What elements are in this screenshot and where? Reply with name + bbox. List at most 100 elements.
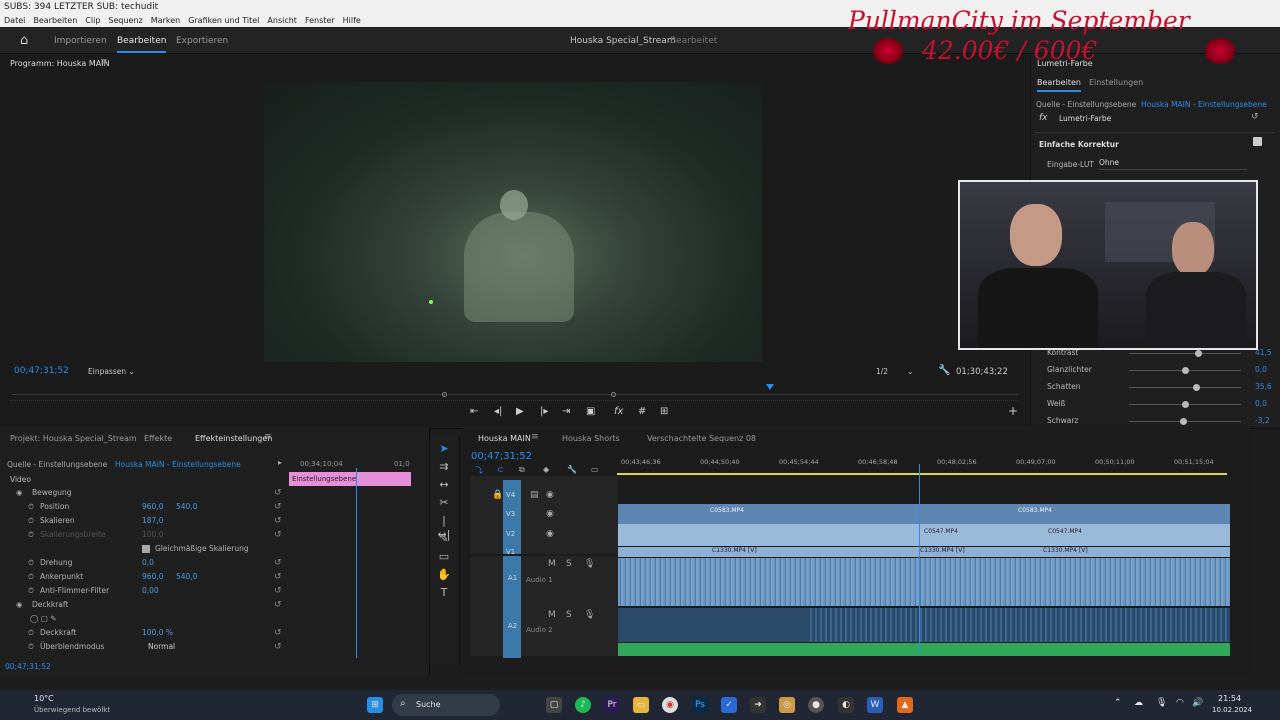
task-view-icon[interactable]: ▢ — [546, 697, 562, 713]
slider-track[interactable] — [1129, 384, 1241, 391]
track-v4[interactable]: V4 — [506, 491, 515, 499]
add-button-icon[interactable]: + — [1008, 404, 1018, 418]
file-explorer-icon[interactable]: ▭ — [633, 697, 649, 713]
eye-icon[interactable]: ◉ — [546, 509, 554, 519]
app-icon[interactable]: ◎ — [779, 697, 795, 713]
track-a1[interactable]: A1 — [508, 574, 517, 582]
menu-clip[interactable]: Clip — [85, 16, 100, 25]
tab-effekte[interactable]: Effekte — [144, 434, 172, 443]
lumetri-target[interactable]: Houska MAIN - Einstellungsebene — [1141, 100, 1267, 109]
tab-bearbeiten[interactable]: Bearbeiten — [117, 36, 167, 53]
tab-houska-shorts[interactable]: Houska Shorts — [562, 434, 620, 443]
eye-toggle-icon[interactable]: ◉ — [16, 598, 23, 612]
out-point-marker[interactable] — [611, 392, 616, 397]
effect-value[interactable]: 187,0 — [142, 514, 163, 528]
track-v1[interactable]: V1 — [506, 548, 515, 556]
premiere-icon[interactable]: Pr — [604, 697, 620, 713]
reset-icon[interactable]: ↺ — [274, 570, 282, 584]
slider-value[interactable]: 35,6 — [1255, 382, 1272, 391]
reset-icon[interactable]: ↺ — [274, 598, 282, 612]
reset-icon[interactable]: ↺ — [1251, 112, 1259, 122]
audio-target-bar[interactable] — [503, 556, 521, 658]
reset-icon[interactable]: ↺ — [274, 556, 282, 570]
tab-exportieren[interactable]: Exportieren — [176, 36, 228, 46]
slider-value[interactable]: 0,0 — [1255, 365, 1267, 374]
timeline-playhead[interactable] — [919, 464, 920, 654]
menu-ansicht[interactable]: Ansicht — [267, 16, 297, 25]
effect-row[interactable]: Gleichmäßige Skalierung — [0, 542, 290, 556]
linked-selection-icon[interactable]: ⧉ — [519, 465, 525, 475]
timeline-settings-icon[interactable]: 🔧 — [567, 465, 577, 474]
track-a2-clips[interactable] — [618, 608, 1230, 642]
effect-row[interactable]: ⏱ Anti-Flimmer-Filter 0,00 ↺ — [0, 584, 290, 598]
reset-icon[interactable]: ↺ — [274, 500, 282, 514]
mic-tray-icon[interactable]: 🎙 — [1156, 698, 1167, 708]
mark-in-icon[interactable]: ⇤ — [470, 406, 478, 417]
slider-track[interactable] — [1129, 401, 1241, 408]
spotify-icon[interactable]: ♪ — [575, 697, 591, 713]
mini-clip[interactable]: Einstellungsebene — [289, 472, 411, 486]
lut-dropdown[interactable]: Ohne — [1099, 158, 1247, 170]
selection-tool-icon[interactable]: ➤ — [437, 442, 451, 456]
solo-icon[interactable]: S — [566, 559, 572, 569]
multicam-icon[interactable]: ⊞ — [660, 406, 668, 417]
track-v1-clips[interactable]: C1330.MP4 [V] C1330.MP4 [V] C1330.MP4 [V… — [618, 547, 1230, 557]
fit-dropdown[interactable]: Einpassen ⌄ — [88, 367, 135, 376]
clock-date[interactable]: 10.02.2024 — [1212, 706, 1252, 714]
tab-verschachtelte-sequenz[interactable]: Verschachtelte Sequenz 08 — [647, 434, 756, 443]
effect-row[interactable]: ⏱ Drehung 0,0 ↺ — [0, 556, 290, 570]
sync-lock-icon[interactable]: ▤ — [530, 490, 539, 500]
slider-knob[interactable] — [1195, 350, 1202, 357]
home-icon[interactable]: ⌂ — [20, 33, 28, 48]
work-area-bar[interactable] — [617, 473, 1227, 475]
lumetri-tab-bearbeiten[interactable]: Bearbeiten — [1037, 78, 1081, 92]
camera-icon[interactable]: ▣ — [586, 406, 595, 417]
mini-playhead[interactable] — [356, 468, 357, 658]
panel-menu-icon[interactable]: ≡ — [264, 432, 272, 442]
playhead-bar[interactable] — [12, 394, 1018, 395]
track-v3-clips[interactable]: C0583.MP4 C0583.MP4 — [618, 504, 1230, 524]
slider-value[interactable]: 0,0 — [1255, 399, 1267, 408]
effect-row[interactable]: ◉ Bewegung ↺ — [0, 486, 290, 500]
mute-icon[interactable]: M — [548, 559, 556, 569]
track-a2[interactable]: A2 — [508, 622, 517, 630]
menu-sequenz[interactable]: Sequenz — [108, 16, 142, 25]
effect-row[interactable]: ⏱ Skalierungsbreite 100,0 ↺ — [0, 528, 290, 542]
effect-value[interactable]: 100,0 — [142, 528, 163, 542]
play-icon[interactable]: ▶ — [516, 406, 524, 417]
pen-tool-icon[interactable]: ✎ — [437, 532, 451, 546]
effect-row[interactable]: ⏱ Skalieren 187,0 ↺ — [0, 514, 290, 528]
reset-icon[interactable]: ↺ — [274, 626, 282, 640]
slider-knob[interactable] — [1182, 401, 1189, 408]
slider-value[interactable]: -3,2 — [1255, 416, 1270, 425]
step-back-icon[interactable]: ◂| — [494, 406, 502, 417]
solo-icon[interactable]: S — [566, 610, 572, 620]
wrench-icon[interactable]: 🔧 — [938, 365, 950, 376]
stopwatch-icon[interactable]: ⏱ — [28, 584, 34, 598]
slider-knob[interactable] — [1180, 418, 1187, 425]
menu-marken[interactable]: Marken — [151, 16, 180, 25]
track-v2-clips[interactable]: C0547.MP4 C0547.MP4 — [618, 524, 1230, 546]
effect-value[interactable]: Normal — [148, 640, 175, 654]
effects-timecode[interactable]: 00;47;31;52 — [5, 662, 51, 671]
track-v2[interactable]: V2 — [506, 530, 515, 538]
menu-datei[interactable]: Datei — [4, 16, 25, 25]
effect-value[interactable]: 0,0 — [142, 556, 154, 570]
hand-tool-icon[interactable]: ✋ — [437, 568, 451, 582]
lumetri-tab-einstellungen[interactable]: Einstellungen — [1089, 78, 1143, 87]
tab-projekt[interactable]: Projekt: Houska Special_Stream — [10, 434, 137, 443]
slider-knob[interactable] — [1193, 384, 1200, 391]
tab-effekteinstellungen[interactable]: Effekteinstellungen — [195, 434, 272, 443]
fx-icon[interactable]: fx — [614, 406, 623, 417]
program-timecode[interactable]: 00;47;31;52 — [14, 366, 69, 376]
eye-toggle-icon[interactable]: ◉ — [16, 486, 23, 500]
network-icon[interactable]: ☁ — [1134, 698, 1143, 708]
playhead-marker[interactable] — [766, 384, 774, 390]
effect-value[interactable]: 540,0 — [176, 500, 197, 514]
weather-temp[interactable]: 10°C — [34, 694, 54, 703]
mute-icon[interactable]: M — [548, 610, 556, 620]
effect-value[interactable]: 100,0 % — [142, 626, 173, 640]
step-forward-icon[interactable]: |▸ — [540, 406, 548, 417]
effect-row[interactable]: ◉ Deckkraft ↺ — [0, 598, 290, 612]
slider-track[interactable] — [1129, 418, 1241, 425]
